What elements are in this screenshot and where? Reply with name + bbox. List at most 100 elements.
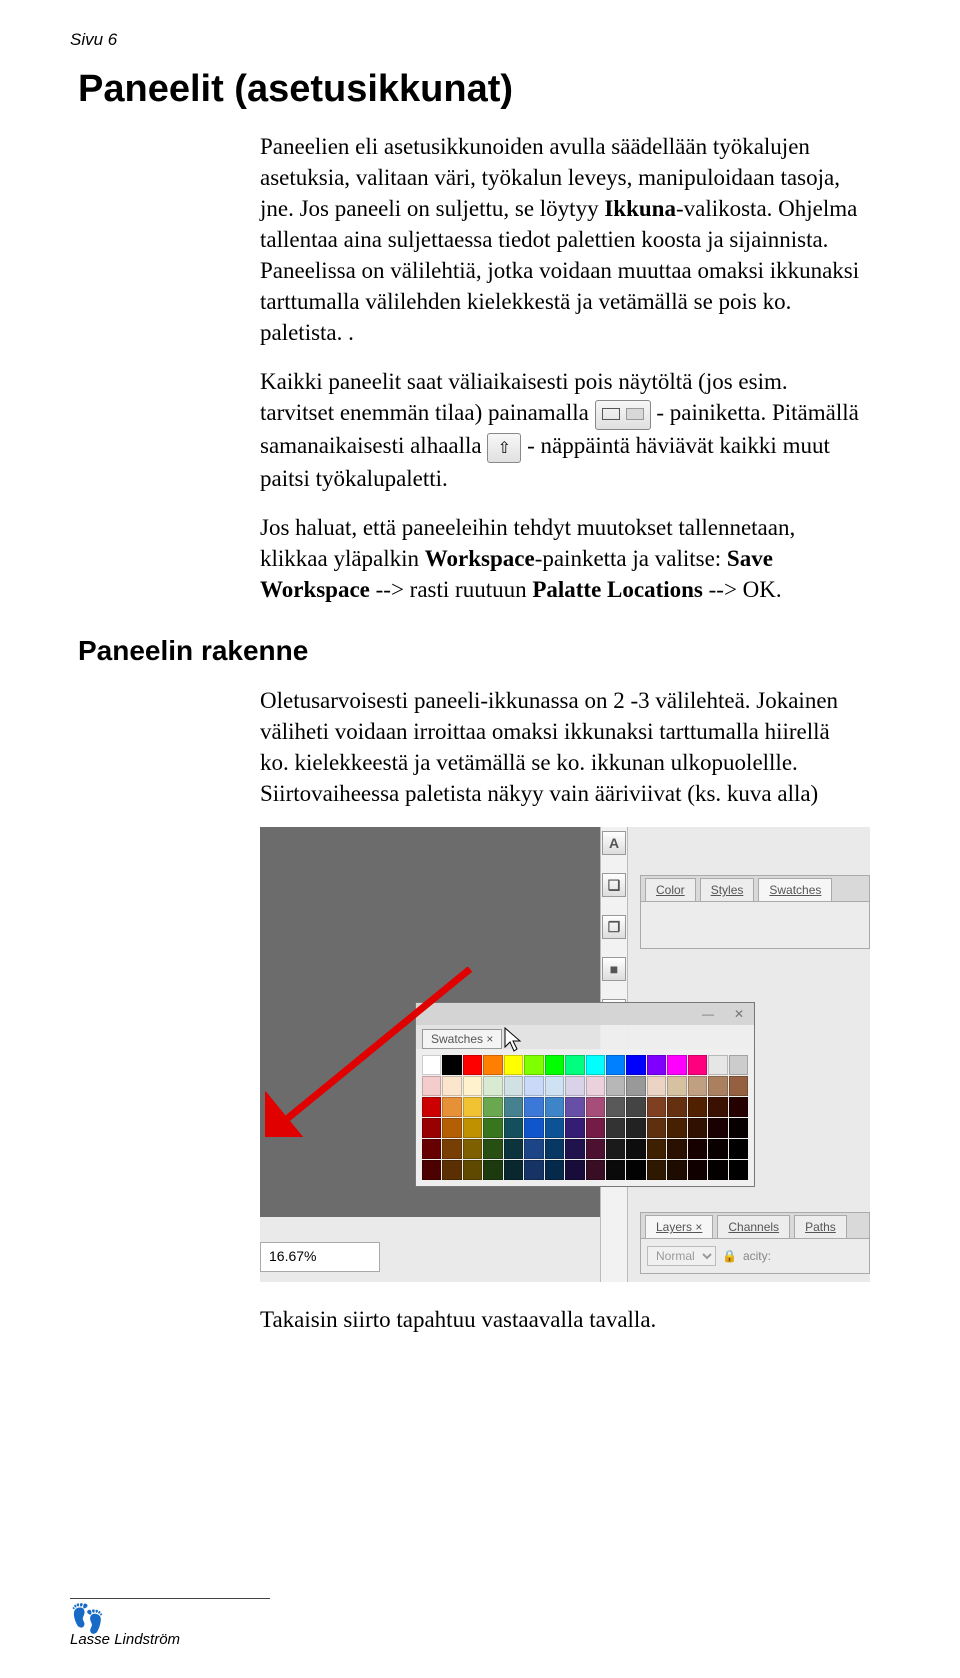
- swatch: [688, 1118, 707, 1138]
- swatch: [545, 1076, 564, 1096]
- swatch: [606, 1118, 625, 1138]
- swatch: [504, 1139, 523, 1159]
- swatch: [606, 1139, 625, 1159]
- swatch: [483, 1160, 502, 1180]
- swatch: [708, 1055, 727, 1075]
- swatch: [729, 1118, 748, 1138]
- swatch: [667, 1097, 686, 1117]
- swatch: [442, 1076, 461, 1096]
- swatch: [442, 1160, 461, 1180]
- para-5: Takaisin siirto tapahtuu vastaavalla tav…: [260, 1304, 860, 1335]
- swatch: [729, 1139, 748, 1159]
- swatch: [422, 1055, 441, 1075]
- swatch: [483, 1139, 502, 1159]
- blend-mode-select: Normal: [647, 1246, 716, 1266]
- swatch: [606, 1076, 625, 1096]
- swatch: [565, 1055, 584, 1075]
- heading-paneelit: Paneelit (asetusikkunat): [70, 68, 890, 111]
- swatch: [729, 1076, 748, 1096]
- swatch: [545, 1160, 564, 1180]
- swatch: [586, 1055, 605, 1075]
- para-3: Jos haluat, että paneeleihin tehdyt muut…: [260, 512, 860, 605]
- swatch-grid: [416, 1049, 754, 1186]
- swatch: [626, 1118, 645, 1138]
- swatch: [422, 1118, 441, 1138]
- opacity-label: acity:: [743, 1249, 771, 1263]
- footprint-icon: 👣: [70, 1605, 270, 1633]
- swatch: [483, 1055, 502, 1075]
- swatch: [545, 1139, 564, 1159]
- swatch: [586, 1160, 605, 1180]
- swatch: [626, 1055, 645, 1075]
- swatch: [647, 1160, 666, 1180]
- swatch: [626, 1076, 645, 1096]
- swatch: [565, 1118, 584, 1138]
- swatch: [667, 1139, 686, 1159]
- swatch: [626, 1139, 645, 1159]
- swatch: [524, 1055, 543, 1075]
- swatch: [708, 1118, 727, 1138]
- swatch: [545, 1118, 564, 1138]
- floating-swatches-panel: — ✕ Swatches ×: [415, 1002, 755, 1187]
- swatch: [586, 1076, 605, 1096]
- tab-channels: Channels: [717, 1215, 790, 1238]
- swatch: [422, 1160, 441, 1180]
- tab-swatches: Swatches: [758, 878, 832, 901]
- toggle-palettes-icon: [595, 400, 651, 430]
- swatch: [586, 1118, 605, 1138]
- para-4: Oletusarvoisesti paneeli-ikkunassa on 2 …: [260, 685, 860, 809]
- swatch: [708, 1160, 727, 1180]
- swatch: [606, 1160, 625, 1180]
- zoom-field: 16.67%: [260, 1242, 380, 1272]
- swatch: [626, 1097, 645, 1117]
- swatch: [483, 1097, 502, 1117]
- swatch: [463, 1055, 482, 1075]
- page-footer: 👣 Lasse Lindström: [70, 1598, 270, 1648]
- swatch: [647, 1097, 666, 1117]
- swatch: [565, 1139, 584, 1159]
- swatch: [688, 1097, 707, 1117]
- page-number: Sivu 6: [70, 30, 890, 50]
- sidebar-button-icon: ❒: [602, 915, 626, 939]
- tab-swatches: Swatches ×: [422, 1029, 502, 1049]
- swatch: [463, 1139, 482, 1159]
- swatch: [504, 1097, 523, 1117]
- swatch: [647, 1076, 666, 1096]
- swatch: [463, 1160, 482, 1180]
- swatch: [708, 1097, 727, 1117]
- para-1: Paneelien eli asetusikkunoiden avulla sä…: [260, 131, 860, 348]
- swatch: [504, 1055, 523, 1075]
- swatch: [565, 1076, 584, 1096]
- swatch: [524, 1097, 543, 1117]
- swatch: [442, 1055, 461, 1075]
- swatch: [667, 1118, 686, 1138]
- swatch: [504, 1076, 523, 1096]
- swatch: [483, 1076, 502, 1096]
- swatch: [565, 1097, 584, 1117]
- swatch: [422, 1097, 441, 1117]
- tab-layers: Layers ×: [645, 1215, 713, 1238]
- swatch: [463, 1076, 482, 1096]
- para-2: Kaikki paneelit saat väliaikaisesti pois…: [260, 366, 860, 494]
- swatch: [545, 1097, 564, 1117]
- swatch: [606, 1097, 625, 1117]
- swatch: [422, 1076, 441, 1096]
- swatch: [729, 1097, 748, 1117]
- panel-layers: Layers ×ChannelsPaths Normal 🔒 acity:: [640, 1212, 870, 1274]
- swatch: [524, 1076, 543, 1096]
- swatch: [708, 1076, 727, 1096]
- swatch: [708, 1139, 727, 1159]
- swatch: [647, 1055, 666, 1075]
- swatch: [626, 1160, 645, 1180]
- shift-key-icon: ⇧: [487, 433, 521, 463]
- swatch: [667, 1076, 686, 1096]
- swatch: [422, 1139, 441, 1159]
- tab-color: Color: [645, 878, 696, 901]
- swatch: [667, 1055, 686, 1075]
- swatch: [442, 1139, 461, 1159]
- sidebar-button-icon: ❏: [602, 873, 626, 897]
- swatch: [442, 1097, 461, 1117]
- swatch: [688, 1076, 707, 1096]
- swatch: [647, 1118, 666, 1138]
- sidebar-button-icon: ■: [602, 957, 626, 981]
